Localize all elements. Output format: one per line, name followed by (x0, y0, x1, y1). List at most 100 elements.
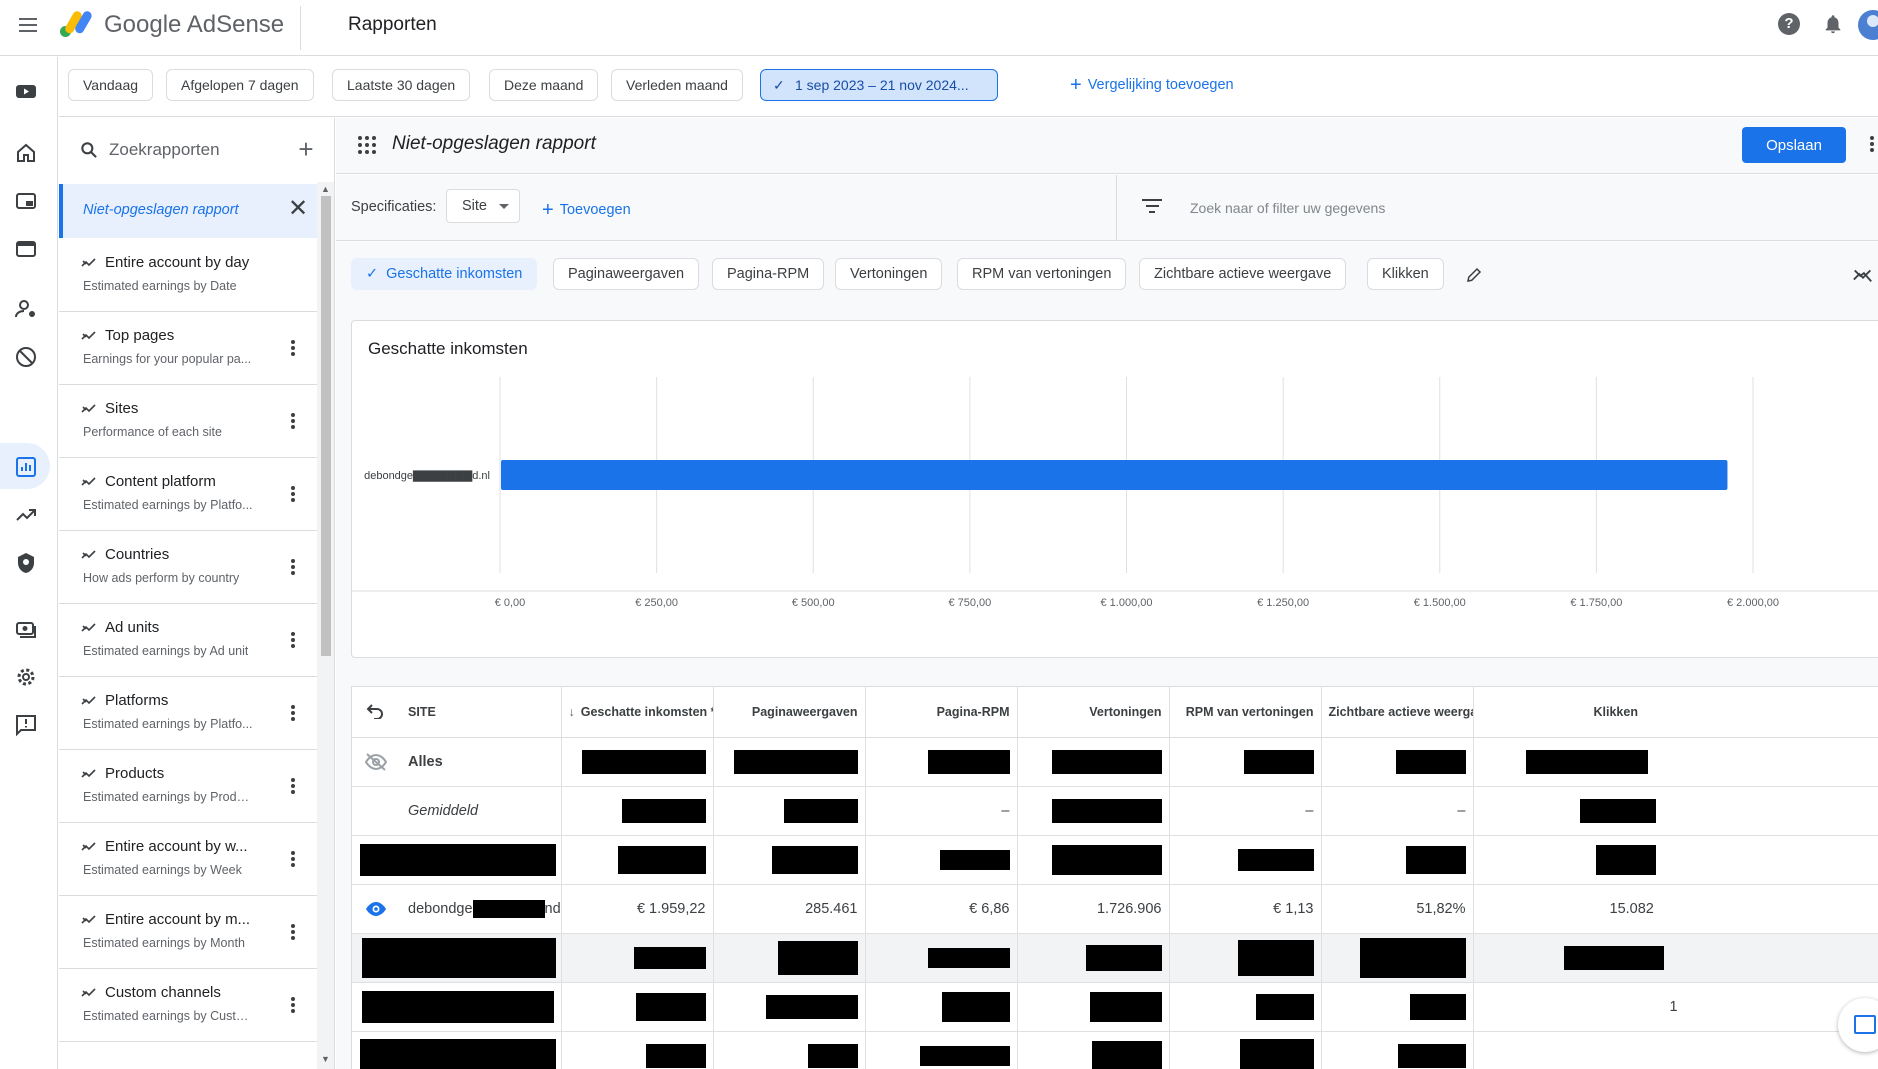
column-header-pageviews[interactable]: Paginaweergaven (713, 687, 866, 738)
date-chip-this-month[interactable]: Deze maand (489, 69, 599, 101)
avg-page-rpm: – (865, 786, 1018, 836)
table-row[interactable]: 1 (352, 982, 1878, 1032)
report-search: + (59, 118, 317, 182)
report-list-item[interactable]: Platforms Estimated earnings by Platfo... (59, 677, 317, 750)
save-button[interactable]: Opslaan (1742, 127, 1846, 163)
chart-type-icon[interactable] (1852, 266, 1874, 284)
metric-chip-page-rpm[interactable]: Pagina-RPM (712, 258, 825, 290)
dimension-select[interactable]: Site (446, 189, 520, 223)
column-header-clicks[interactable]: Klikken (1473, 687, 1878, 738)
menu-icon[interactable] (16, 14, 40, 38)
filter-input[interactable] (1190, 197, 1710, 219)
close-icon[interactable]: ✕ (287, 197, 309, 221)
report-list-item[interactable]: Countries How ads perform by country (59, 531, 317, 604)
report-list-panel: + Niet-opgeslagen rapport ✕ Entire accou… (59, 118, 335, 1069)
ads-icon[interactable] (14, 189, 38, 213)
metric-chip-clicks[interactable]: Klikken (1367, 258, 1444, 290)
report-title: Entire account by w... (105, 838, 248, 855)
avatar[interactable] (1858, 10, 1878, 40)
more-vert-icon[interactable] (285, 922, 301, 944)
trend-icon (81, 331, 96, 340)
notifications-icon[interactable] (1822, 13, 1844, 35)
table-row[interactable] (352, 1031, 1878, 1069)
report-name[interactable]: Niet-opgeslagen rapport (392, 133, 596, 155)
sites-icon[interactable] (14, 237, 38, 261)
edit-icon[interactable] (1465, 266, 1483, 284)
report-list-item[interactable]: Entire account by w... Estimated earnings… (59, 823, 317, 896)
metric-chip-impressions[interactable]: Vertoningen (835, 258, 943, 290)
report-list-item[interactable]: Content platform Estimated earnings by Pl… (59, 458, 317, 531)
metric-chip-active-view[interactable]: Zichtbare actieve weergave (1139, 258, 1347, 290)
report-list-item[interactable]: Custom channels Estimated earnings by Cus… (59, 969, 317, 1042)
report-list-item[interactable]: Entire account by m... Estimated earnings… (59, 896, 317, 969)
more-vert-icon[interactable] (285, 995, 301, 1017)
more-vert-icon[interactable] (285, 703, 301, 725)
more-vert-icon[interactable] (285, 557, 301, 579)
scrollbar[interactable]: ▲ ▼ (317, 182, 334, 1069)
more-vert-icon[interactable] (285, 776, 301, 798)
report-list-item[interactable]: Ad units Estimated earnings by Ad unit (59, 604, 317, 677)
date-chip-today[interactable]: Vandaag (68, 69, 154, 101)
search-input[interactable] (109, 138, 279, 162)
visibility-icon[interactable] (364, 899, 388, 919)
column-header-site[interactable]: SITE (352, 687, 562, 738)
more-vert-icon[interactable] (1868, 134, 1876, 156)
column-label: SITE (408, 704, 436, 719)
scroll-up-icon[interactable]: ▲ (321, 184, 330, 194)
redacted-cell (1169, 835, 1322, 885)
table-row[interactable] (352, 835, 1878, 885)
undo-icon[interactable] (366, 703, 384, 719)
date-chip-last-30-days[interactable]: Laatste 30 dagen (332, 69, 471, 101)
column-header-impressions[interactable]: Vertoningen (1017, 687, 1170, 738)
date-range-selected[interactable]: ✓ 1 sep 2023 – 21 nov 2024... (760, 69, 998, 101)
apps-grid-icon[interactable] (358, 136, 376, 154)
active-report-item[interactable]: Niet-opgeslagen rapport ✕ (59, 184, 317, 238)
metric-chip-pageviews[interactable]: Paginaweergaven (553, 258, 700, 290)
metric-chip-estimated-earnings[interactable]: ✓ Geschatte inkomsten (351, 258, 538, 290)
policy-center-icon[interactable] (14, 551, 38, 575)
date-chip-last-month[interactable]: Verleden maand (611, 69, 743, 101)
report-title: Ad units (105, 619, 160, 636)
visibility-off-icon[interactable] (364, 752, 388, 772)
report-list-item[interactable]: Top pages Earnings for your popular pa... (59, 312, 317, 385)
add-report-icon[interactable]: + (295, 136, 317, 162)
table-row-site[interactable]: debondgend.nl € 1.959,22 285.461 € 6,86 … (352, 884, 1878, 934)
add-dimension-button[interactable]: + Toevoegen (542, 199, 631, 222)
column-header-page-rpm[interactable]: Pagina-RPM (865, 687, 1018, 738)
youtube-icon[interactable] (14, 79, 38, 103)
bar[interactable] (501, 460, 1728, 490)
column-header-impression-rpm[interactable]: RPM van vertoningen (1169, 687, 1322, 738)
report-list-item[interactable]: Entire account by day Estimated earnings … (59, 239, 317, 312)
add-comparison-link[interactable]: + Vergelijking toevoegen (1070, 69, 1234, 101)
scroll-down-icon[interactable]: ▼ (321, 1054, 330, 1064)
settings-icon[interactable] (14, 665, 38, 689)
column-header-estimated-earnings[interactable]: ↓ Geschatte inkomsten * (561, 687, 714, 738)
help-icon[interactable]: ? (1778, 13, 1800, 35)
feedback-icon[interactable] (14, 713, 38, 737)
more-vert-icon[interactable] (285, 630, 301, 652)
table-row-total: Alles (352, 737, 1878, 787)
redaction-box (621, 798, 706, 823)
report-list-item[interactable]: Sites Performance of each site (59, 385, 317, 458)
report-list-item[interactable]: Products Estimated earnings by Produ... (59, 750, 317, 823)
table-row[interactable] (352, 933, 1878, 983)
partial-clicks: 1 (1473, 982, 1878, 1032)
block-icon[interactable] (14, 345, 38, 369)
optimization-icon[interactable] (14, 503, 38, 527)
more-vert-icon[interactable] (285, 338, 301, 360)
payments-icon[interactable] (14, 617, 38, 641)
more-vert-icon[interactable] (285, 484, 301, 506)
home-icon[interactable] (14, 141, 38, 165)
privacy-messaging-icon[interactable] (14, 297, 38, 321)
more-vert-icon[interactable] (285, 849, 301, 871)
redacted-cell (561, 737, 714, 787)
app-logo-text[interactable]: Google AdSense (104, 11, 284, 39)
date-chip-last-7-days[interactable]: Afgelopen 7 dagen (166, 69, 314, 101)
redaction-box (783, 798, 858, 823)
reports-icon[interactable] (14, 455, 38, 479)
filter-icon[interactable] (1142, 199, 1162, 215)
column-header-active-view[interactable]: Zichtbare actieve weergave (1321, 687, 1474, 738)
more-vert-icon[interactable] (285, 411, 301, 433)
scrollbar-thumb[interactable] (321, 196, 331, 656)
metric-chip-impression-rpm[interactable]: RPM van vertoningen (957, 258, 1127, 290)
